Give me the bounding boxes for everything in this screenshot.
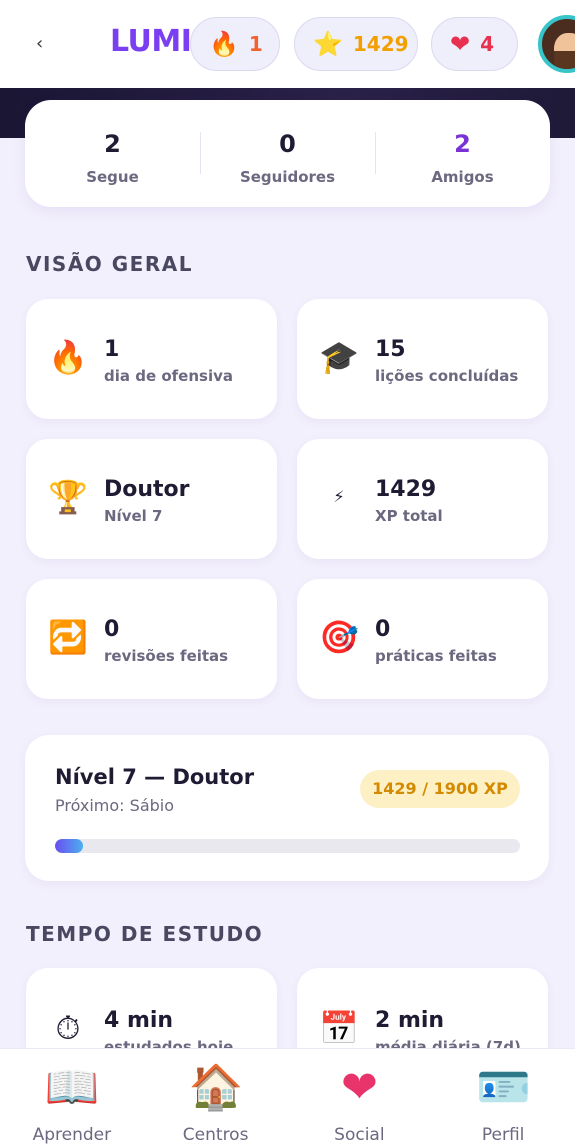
stat-value: Doutor xyxy=(104,477,190,502)
heart-icon: ❤ xyxy=(340,1062,378,1113)
trophy-icon: 🏆 xyxy=(48,478,88,516)
streak-count: 1 xyxy=(248,32,263,56)
xp-progress-badge: 1429 / 1900 XP xyxy=(360,770,520,808)
stopwatch-icon: ⏱ xyxy=(55,1009,81,1047)
stat-value: 0 xyxy=(104,617,120,642)
xp-pill[interactable]: ⭐ 1429 xyxy=(294,17,418,71)
following-count: 2 xyxy=(104,130,121,158)
profile-cards-icon: 🪪 xyxy=(476,1062,531,1113)
book-lightbulb-icon: 📖 xyxy=(44,1062,100,1113)
level-progress-fill xyxy=(55,839,83,853)
xp-count: 1429 xyxy=(352,32,409,56)
next-level-label: Próximo: Sábio xyxy=(55,796,175,815)
study-time-title: TEMPO DE ESTUDO xyxy=(26,922,264,946)
stat-label: dia de ofensiva xyxy=(104,367,234,385)
nav-item-centers[interactable]: 🏠 Centros xyxy=(144,1049,288,1148)
stat-card-lessons: 🎓 15 lições concluídas xyxy=(297,299,548,419)
stat-card-xp: ⚡ 1429 XP total xyxy=(297,439,548,559)
star-icon: ⭐ xyxy=(313,30,343,58)
nav-label: Aprender xyxy=(32,1125,112,1145)
overview-title: VISÃO GERAL xyxy=(26,252,193,276)
top-bar: ‹ LUMI 🔥 1 ⭐ 1429 ❤ 4 xyxy=(0,0,575,88)
heart-icon: ❤ xyxy=(450,30,471,58)
friends-stat[interactable]: 2 Amigos xyxy=(375,100,550,207)
stat-label: práticas feitas xyxy=(375,647,497,665)
followers-stat[interactable]: 0 Seguidores xyxy=(200,100,375,207)
avatar-beard xyxy=(554,51,575,69)
nav-item-social[interactable]: ❤ Social xyxy=(288,1049,432,1148)
stat-value: 2 min xyxy=(375,1008,445,1033)
nav-label: Perfil xyxy=(481,1125,525,1145)
stat-card-practices: 🎯 0 práticas feitas xyxy=(297,579,548,699)
avatar[interactable] xyxy=(538,15,575,73)
stat-value: 15 xyxy=(375,337,406,362)
following-stat[interactable]: 2 Segue xyxy=(25,100,200,207)
calendar-icon: 📅 xyxy=(319,1009,359,1047)
stat-value: 1429 xyxy=(375,477,437,502)
friends-label: Amigos xyxy=(431,168,494,186)
bolt-icon: ⚡ xyxy=(333,487,345,506)
bottom-navigation: 📖 Aprender 🏠 Centros ❤ Social 🪪 Perfil xyxy=(0,1048,575,1148)
stat-label: XP total xyxy=(375,507,443,525)
stat-value: 0 xyxy=(375,617,391,642)
nav-label: Centros xyxy=(182,1125,249,1145)
followers-count: 0 xyxy=(279,130,296,158)
graduation-cap-icon: 🎓 xyxy=(319,338,359,376)
level-progress-bar xyxy=(55,839,520,853)
streak-pill[interactable]: 🔥 1 xyxy=(190,17,280,71)
follow-stats-card: 2 Segue 0 Seguidores 2 Amigos xyxy=(25,100,550,207)
nav-item-profile[interactable]: 🪪 Perfil xyxy=(431,1049,575,1148)
nav-label: Social xyxy=(334,1125,385,1145)
friends-count: 2 xyxy=(454,130,471,158)
target-icon: 🎯 xyxy=(319,618,359,656)
level-progress-card: Nível 7 — Doutor Próximo: Sábio 1429 / 1… xyxy=(25,735,549,881)
repeat-icon: 🔁 xyxy=(48,618,88,656)
flame-icon: 🔥 xyxy=(209,30,239,58)
back-button[interactable]: ‹ xyxy=(36,30,52,58)
stat-value: 1 xyxy=(104,337,120,362)
stat-label: lições concluídas xyxy=(375,367,519,385)
app-logo: LUMI xyxy=(110,24,192,59)
flame-icon: 🔥 xyxy=(48,338,88,376)
lives-pill[interactable]: ❤ 4 xyxy=(431,17,518,71)
house-icon: 🏠 xyxy=(188,1062,244,1113)
following-label: Segue xyxy=(86,168,139,186)
followers-label: Seguidores xyxy=(239,168,336,186)
stat-card-level: 🏆 Doutor Nível 7 xyxy=(26,439,277,559)
stat-label: revisões feitas xyxy=(104,647,229,665)
level-title: Nível 7 — Doutor xyxy=(55,765,255,789)
lives-count: 4 xyxy=(480,32,495,56)
stat-value: 4 min xyxy=(104,1008,174,1033)
nav-item-learn[interactable]: 📖 Aprender xyxy=(0,1049,144,1148)
stat-label: Nível 7 xyxy=(104,507,163,525)
stat-card-streak: 🔥 1 dia de ofensiva xyxy=(26,299,277,419)
stat-card-reviews: 🔁 0 revisões feitas xyxy=(26,579,277,699)
